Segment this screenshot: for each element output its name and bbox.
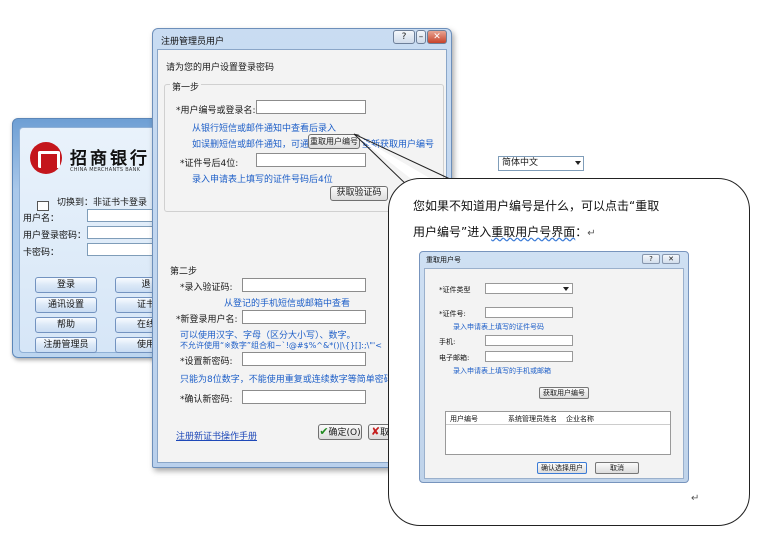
email-hint: 录入申请表上填写的手机或邮箱 <box>453 367 551 375</box>
login-button[interactable]: 登录 <box>35 277 97 293</box>
cmb-logo-icon <box>30 142 62 174</box>
table-header-company: 企业名称 <box>566 415 594 423</box>
help-icon[interactable]: ? <box>393 30 415 44</box>
check-icon: ✔ <box>319 425 329 438</box>
verify-code-hint: 从登记的手机短信或邮箱中查看 <box>224 299 351 309</box>
new-password-input[interactable] <box>242 352 366 366</box>
trailing-paragraph-mark: ↵ <box>691 493 700 504</box>
chevron-down-icon <box>563 287 569 291</box>
help-button[interactable]: 帮助 <box>35 317 97 333</box>
step2-heading: 第二步 <box>170 267 198 277</box>
new-password-hint: 只能为8位数字，不能使用重复或连续数字等简单密码。 <box>180 375 402 385</box>
confirm-password-label: *确认新密码: <box>180 395 233 405</box>
register-admin-button[interactable]: 注册管理员 <box>35 337 97 353</box>
cert-last4-hint: 录入申请表上填写的证件号码后4位 <box>192 175 333 185</box>
id-no-input[interactable] <box>485 307 573 318</box>
reacquire-window-body: *证件类型 *证件号: 录入申请表上填写的证件号码 手机: 电子邮箱: 录入申请… <box>424 268 684 479</box>
close-icon[interactable]: ✕ <box>427 30 447 44</box>
cancel-x-icon: ✘ <box>370 425 381 438</box>
email-input[interactable] <box>485 351 573 362</box>
callout-line2-suffix: ： <box>575 225 588 239</box>
phone-label: 手机: <box>439 338 456 346</box>
reacquire-hint-prefix: 如误删短信或邮件通知，可通过 <box>192 140 319 150</box>
id-no-label: *证件号: <box>439 310 466 318</box>
confirm-select-user-button[interactable]: 确认选择用户 <box>537 462 587 474</box>
table-header-user-id: 用户编号 <box>450 415 478 423</box>
ok-button[interactable]: ✔确定(O) <box>318 424 362 440</box>
card-password-label: 卡密码： <box>23 248 60 258</box>
id-type-select[interactable] <box>485 283 573 294</box>
callout-line2-underlined: 重取用户号界面 <box>491 225 576 239</box>
id-type-label: *证件类型 <box>439 286 471 294</box>
logo-text-cn: 招商银行 <box>70 149 150 169</box>
user-id-label: *用户编号或登录名: <box>176 106 256 116</box>
reacquire-help-icon[interactable]: ? <box>642 254 660 264</box>
phone-input[interactable] <box>485 335 573 346</box>
user-id-hint: 从银行短信或邮件通知中查看后录入 <box>192 124 337 134</box>
reacquire-cancel-button[interactable]: 取消 <box>595 462 639 474</box>
callout-text: 您如果不知道用户编号是什么，可以点击“重取 用户编号”进入重取用户号界面：↵ <box>413 193 733 247</box>
get-user-id-button[interactable]: 获取用户编号 <box>539 387 589 399</box>
language-value: 简体中文 <box>502 158 539 168</box>
step1-heading: 第一步 <box>170 80 202 93</box>
verify-code-input[interactable] <box>242 278 366 292</box>
language-select[interactable]: 简体中文 <box>498 156 584 171</box>
user-id-input[interactable] <box>256 100 366 114</box>
reacquire-window: 重取用户号 ? ✕ *证件类型 *证件号: 录入申请表上填写的证件号码 手机: … <box>419 251 689 483</box>
new-password-label: *设置新密码: <box>180 357 233 367</box>
callout-line1: 您如果不知道用户编号是什么，可以点击“重取 <box>413 199 660 213</box>
reacquire-window-title: 重取用户号 <box>426 256 461 264</box>
email-label: 电子邮箱: <box>439 354 470 362</box>
dialog-intro: 请为您的用户设置登录密码 <box>166 63 275 73</box>
dialog-title: 注册管理员用户 <box>161 37 225 47</box>
new-login-label: *新登录用户名: <box>176 315 238 325</box>
username-label: 用户名： <box>23 214 60 224</box>
reacquire-close-icon[interactable]: ✕ <box>662 254 680 264</box>
callout-line2: 用户编号”进入重取用户号界面：↵ <box>413 219 733 247</box>
cert-last4-label: *证件号后4位: <box>180 159 239 169</box>
comm-settings-button[interactable]: 通讯设置 <box>35 297 97 313</box>
new-login-input[interactable] <box>242 310 366 324</box>
minimize-icon[interactable]: – <box>416 30 426 44</box>
user-table: 用户编号 系统管理员姓名 企业名称 <box>445 411 671 455</box>
id-no-hint: 录入申请表上填写的证件号码 <box>453 323 544 331</box>
paragraph-mark: ↵ <box>587 228 596 239</box>
table-header-divider <box>446 424 670 425</box>
login-password-label: 用户登录密码： <box>23 231 87 241</box>
table-header-admin-name: 系统管理员姓名 <box>508 415 557 423</box>
switch-icon[interactable] <box>37 201 49 211</box>
callout-line2-prefix: 用户编号”进入 <box>413 225 492 239</box>
manual-link[interactable]: 注册新证书操作手册 <box>176 429 257 442</box>
ok-label: 确定(O) <box>328 428 361 438</box>
verify-code-label: *录入验证码: <box>180 283 233 293</box>
callout-bubble: 您如果不知道用户编号是什么，可以点击“重取 用户编号”进入重取用户号界面：↵ 重… <box>388 178 750 526</box>
logo-text-en: CHINA MERCHANTS BANK <box>70 167 141 173</box>
confirm-password-input[interactable] <box>242 390 366 404</box>
chevron-down-icon <box>575 161 581 165</box>
